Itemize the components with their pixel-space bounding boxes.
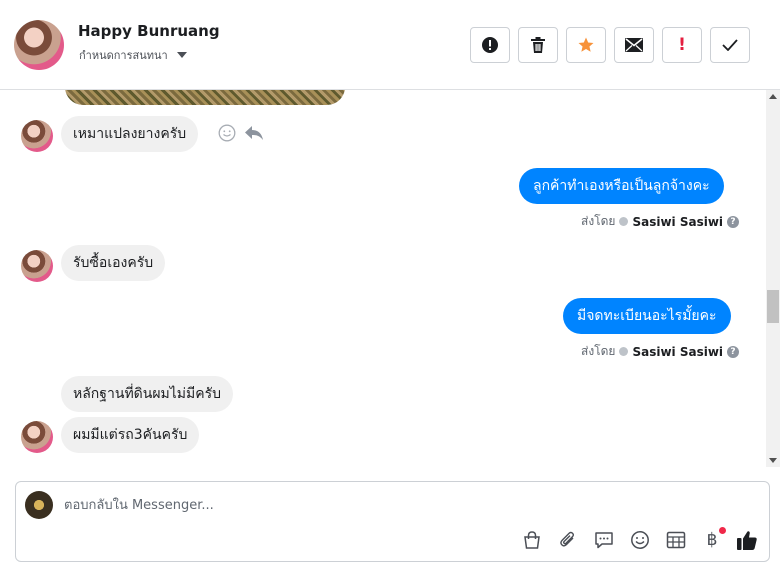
shared-image-message[interactable] [65,90,345,105]
sent-by-label: ส่งโดย [581,214,616,228]
incoming-message[interactable]: หลักฐานที่ดินผมไม่มีครับ [61,376,234,412]
thread-scrollbar[interactable] [766,90,780,467]
assign-conversation-dropdown[interactable]: กำหนดการสนทนา [79,46,187,64]
scroll-thumb[interactable] [767,290,779,323]
speech-bubble-icon [595,532,613,549]
mark-done-button[interactable] [710,27,750,63]
baht-icon: ฿ [706,530,718,550]
sent-check-icon [619,347,629,356]
notification-dot [719,527,726,534]
sent-by-info: ส่งโดย Sasiwi Sasiwi ? [581,342,740,361]
payment-button[interactable]: ฿ [700,527,726,552]
shop-button[interactable] [520,528,544,552]
saved-replies-button[interactable] [592,528,616,552]
assign-conversation-label: กำหนดการสนทนา [79,49,168,62]
reply-arrow-icon[interactable] [244,125,264,141]
reply-composer: ฿ [15,481,770,562]
contact-avatar-small [21,421,53,453]
page-avatar [25,491,53,519]
calendar-grid-icon [666,531,686,549]
thumbs-up-icon [737,531,757,550]
outgoing-message[interactable]: มีจดทะเบียนอะไรมั้ยคะ [563,298,731,334]
message-thread[interactable]: เหมาแปลงยางครับ ลูกค้าทำเองหรือเป็นลูกจ้… [0,90,766,467]
message-actions [218,124,264,142]
appointment-button[interactable] [664,528,688,552]
reply-input[interactable] [64,495,664,515]
sent-by-info: ส่งโดย Sasiwi Sasiwi ? [581,212,740,231]
star-button[interactable] [566,27,606,63]
help-icon[interactable]: ? [727,345,740,358]
incoming-message[interactable]: รับซื้อเองครับ [61,245,166,281]
sent-check-icon [619,217,629,226]
smiley-icon[interactable] [218,124,236,142]
help-icon[interactable]: ? [727,215,740,228]
spam-button[interactable]: ! [662,27,702,63]
conversation-header: Happy Bunruang กำหนดการสนทนา ! [0,0,780,90]
contact-name[interactable]: Happy Bunruang [78,22,220,40]
alert-button[interactable] [470,27,510,63]
shopping-bag-icon [524,531,540,549]
scroll-up-arrow[interactable] [769,94,777,99]
sent-by-label: ส่งโดย [581,344,616,358]
trash-icon [531,37,545,53]
envelope-icon [625,38,643,52]
caret-down-icon [176,52,187,58]
scroll-down-arrow[interactable] [769,458,777,463]
outgoing-message[interactable]: ลูกค้าทำเองหรือเป็นลูกจ้างคะ [519,168,724,204]
paperclip-icon [560,531,575,547]
delete-button[interactable] [518,27,558,63]
contact-avatar[interactable] [14,20,64,70]
checkmark-icon [722,39,738,51]
contact-avatar-small [21,120,53,152]
sender-name[interactable]: Sasiwi Sasiwi [632,215,723,229]
incoming-message[interactable]: ผมมีแต่รถ3คันครับ [61,417,200,453]
exclamation-circle-icon [482,37,498,53]
contact-avatar-small [21,250,53,282]
spam-label: ! [678,34,686,55]
incoming-message[interactable]: เหมาแปลงยางครับ [61,116,199,152]
like-button[interactable] [735,528,759,552]
star-icon [578,37,594,52]
emoji-button[interactable] [628,528,652,552]
attach-button[interactable] [556,528,580,552]
mark-unread-button[interactable] [614,27,654,63]
sender-name[interactable]: Sasiwi Sasiwi [632,345,723,359]
smiley-icon [631,531,649,549]
